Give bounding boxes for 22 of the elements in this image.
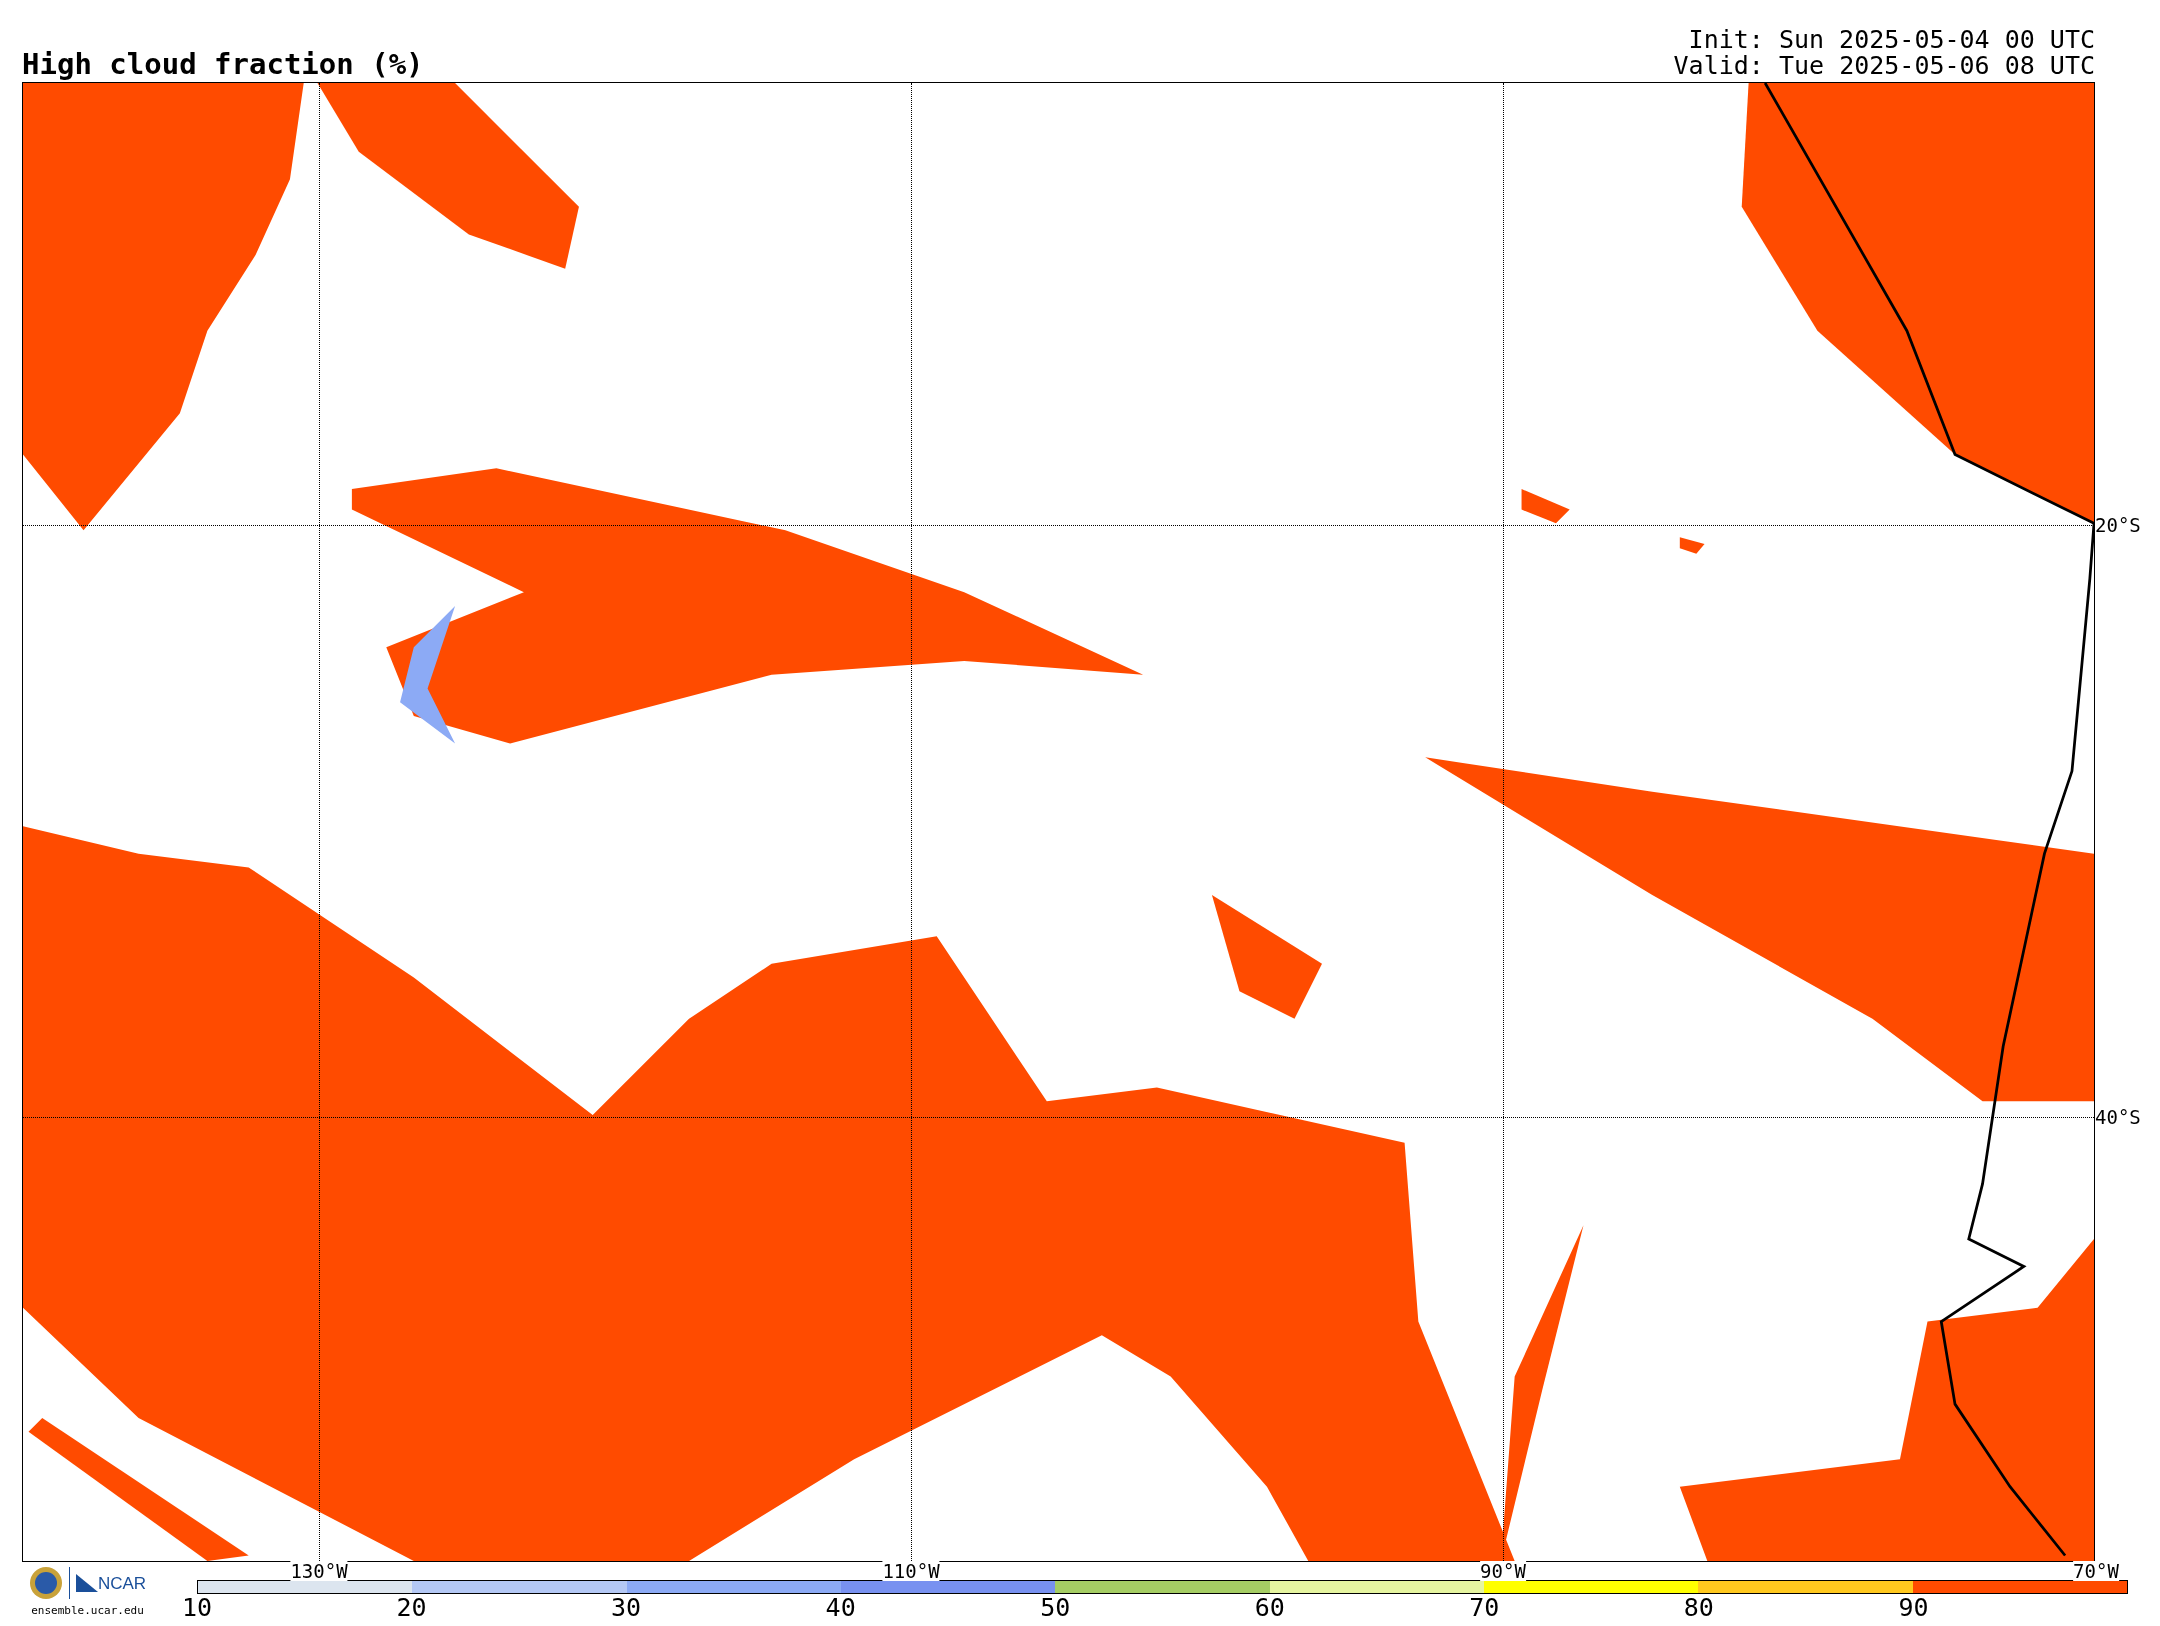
tick-label: 20 [396,1594,427,1622]
longitude-label: 70°W [2073,1561,2119,1581]
tick-label: 50 [1040,1594,1071,1622]
site-url: ensemble.ucar.edu [31,1603,144,1619]
tick-label: 70 [1469,1594,1500,1622]
time-label: Init: Sun 2025-05-04 00 UTC [1688,27,2095,53]
longitude-label: 130°W [290,1561,348,1581]
time-label: Valid: Tue 2025-05-06 08 UTC [1673,53,2095,79]
tick-label: 60 [1254,1594,1285,1622]
latitude-label: 40°S [2094,1107,2141,1127]
longitude-label: 110°W [882,1561,940,1581]
tick-label: 80 [1683,1594,1714,1622]
latitude-label: 20°S [2094,515,2141,535]
tick-label: 30 [611,1594,642,1622]
tick-label: 40 [825,1594,856,1622]
longitude-label: 90°W [1480,1561,1526,1581]
tick-label: 10 [181,1594,213,1622]
org-name: NCAR [97,1575,147,1592]
tick-label: 90 [1898,1594,1929,1622]
ncar-logo-icon [75,1574,98,1592]
globe-logo-icon [28,1566,63,1600]
chart-title: High cloud fraction (%) [22,50,424,79]
